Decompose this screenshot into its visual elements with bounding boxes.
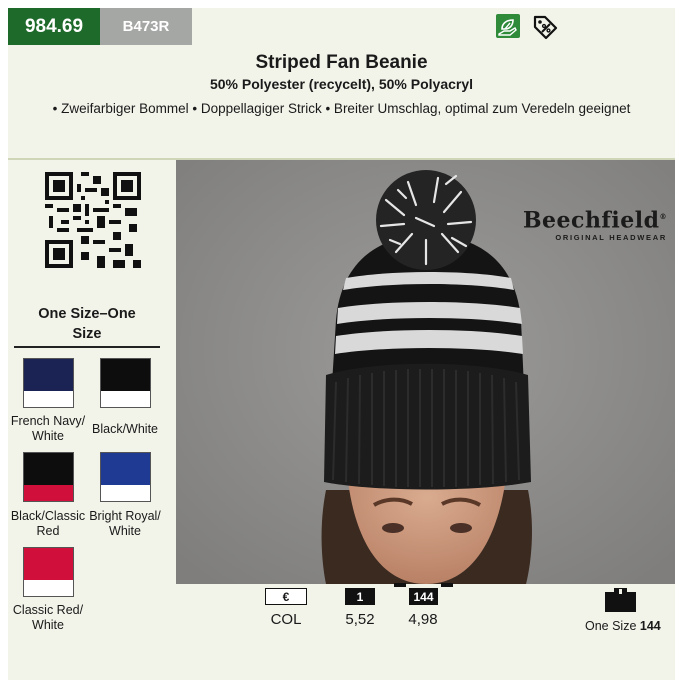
color-label-line1: French Navy/: [10, 414, 86, 428]
color-label-line1: Bright Royal/: [89, 509, 161, 523]
swatch-top: [101, 359, 150, 391]
article-number: 984.69: [8, 8, 100, 45]
catalog-page: 984.69 B473R Striped Fan Beanie 50% Poly…: [0, 0, 681, 683]
size-rule: [14, 346, 160, 348]
swatch-bottom: [24, 485, 73, 501]
color-swatch[interactable]: [23, 547, 74, 597]
size-heading-line2: Size: [72, 326, 102, 342]
color-swatch[interactable]: [23, 358, 74, 408]
color-label-line2: White: [32, 429, 64, 443]
qty-tier-1: 1: [345, 588, 375, 605]
carton-prefix: One Size: [585, 619, 637, 633]
color-label: Black/White: [84, 422, 166, 437]
product-material: 50% Polyester (recycelt), 50% Polyacryl: [209, 76, 474, 92]
carton-icon: [605, 588, 636, 612]
product-photo: Beechfield® ORIGINAL HEADWEAR: [176, 160, 675, 584]
swatch-top: [24, 359, 73, 391]
qty-marker-left: [394, 583, 406, 587]
color-label: French Navy/ White: [7, 414, 89, 444]
percent-tag-icon: [531, 13, 559, 41]
header-bar: 984.69 B473R: [8, 8, 675, 45]
currency-box: €: [265, 588, 307, 605]
swatch-bottom: [24, 580, 73, 596]
price-tier-1: 5,52: [345, 611, 375, 628]
product-title: Striped Fan Beanie: [255, 52, 428, 73]
qty-marker-right: [441, 583, 453, 587]
brand-registered: ®: [659, 212, 667, 221]
price-tier-2: 4,98: [408, 611, 438, 628]
qr-code: [45, 172, 141, 268]
brand-logo: Beechfield® ORIGINAL HEADWEAR: [523, 206, 667, 242]
swatch-bottom: [101, 485, 150, 501]
color-label: Bright Royal/ White: [84, 509, 166, 539]
product-features: • Zweifarbiger Bommel • Doppellagiger St…: [52, 101, 631, 116]
brand-name: Beechfield: [522, 207, 660, 234]
color-label-line1: Black/White: [92, 422, 158, 436]
swatch-bottom: [101, 391, 150, 407]
eco-leaf-hand-icon: [496, 14, 520, 38]
size-heading: One Size–One Size: [14, 304, 160, 344]
color-label-line2: Red: [36, 524, 60, 538]
size-heading-line1: One Size–One: [38, 306, 136, 322]
swatch-bottom: [24, 391, 73, 407]
carton-quantity: One Size 144: [585, 619, 665, 633]
color-swatch[interactable]: [100, 358, 151, 408]
swatch-top: [24, 548, 73, 580]
carton-qty: 144: [639, 619, 661, 633]
color-label: Classic Red/ White: [7, 603, 89, 633]
color-label-line1: Classic Red/: [12, 603, 84, 617]
color-label-line2: White: [32, 618, 64, 632]
product-header: Striped Fan Beanie 50% Polyester (recyce…: [8, 45, 675, 158]
currency-label: COL: [270, 611, 302, 628]
color-label-line1: Black/Classic: [10, 509, 86, 523]
color-label-line2: White: [109, 524, 141, 538]
color-swatch[interactable]: [23, 452, 74, 502]
supplier-code: B473R: [100, 8, 192, 45]
brand-subtitle: ORIGINAL HEADWEAR: [555, 233, 667, 243]
swatch-top: [24, 453, 73, 485]
color-swatch[interactable]: [100, 452, 151, 502]
swatch-top: [101, 453, 150, 485]
qty-tier-2: 144: [409, 588, 438, 605]
color-label: Black/Classic Red: [7, 509, 89, 539]
